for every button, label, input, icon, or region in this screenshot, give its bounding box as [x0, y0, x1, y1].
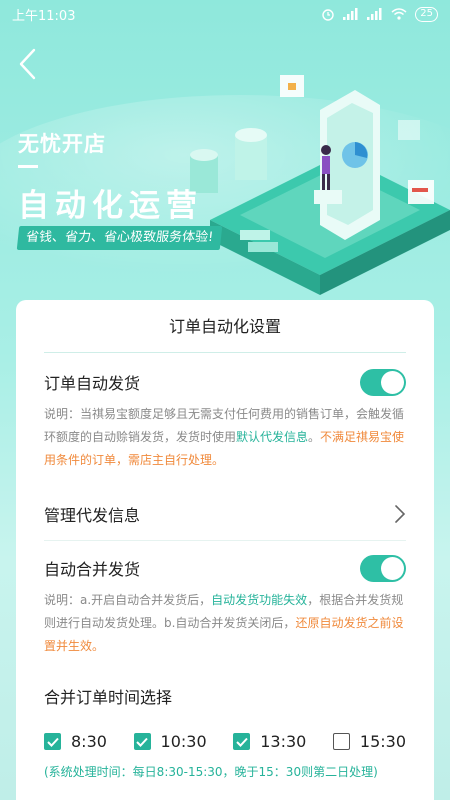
signal-icon — [367, 8, 382, 20]
hero-slogan: 省钱、省力、省心极致服务体验! — [16, 226, 223, 250]
auto-ship-label: 订单自动发货 — [44, 374, 141, 393]
auto-merge-label: 自动合并发货 — [44, 560, 141, 579]
battery-indicator: 25 — [415, 6, 438, 22]
time-option-label: 15:30 — [359, 732, 406, 751]
time-option-label: 10:30 — [160, 732, 207, 751]
time-option-1330[interactable]: 13:30 — [233, 732, 306, 751]
auto-ship-description: 说明：当祺易宝额度足够且无需支付任何费用的销售订单，会触发循环额度的自动赊销发货… — [44, 403, 406, 472]
hero-banner: 无忧开店 自动化运营 省钱、省力、省心极致服务体验! — [0, 0, 450, 310]
back-button[interactable] — [14, 44, 42, 84]
system-processing-note: (系统处理时间：每日8:30-15:30，晚于15：30则第二日处理) — [44, 765, 378, 779]
merge-time-row: 合并订单时间选择 — [44, 684, 406, 708]
time-option-label: 8:30 — [71, 732, 107, 751]
merge-time-label: 合并订单时间选择 — [44, 688, 173, 707]
back-arrow-icon — [19, 48, 36, 80]
auto-merge-desc-text: 说明：a.开启自动合并发货后， — [44, 593, 212, 607]
auto-merge-row: 自动合并发货 — [44, 553, 406, 583]
wifi-icon — [391, 8, 407, 20]
check-icon — [46, 737, 59, 747]
auto-merge-description: 说明：a.开启自动合并发货后，自动发货功能失效，根据合并发货规则进行自动发货处理… — [44, 589, 406, 658]
check-icon — [235, 737, 248, 747]
merge-time-options: 8:30 10:30 13:30 15:30 — [44, 732, 406, 751]
checkbox-checked[interactable] — [233, 733, 251, 750]
default-shipping-info-link[interactable]: 默认代发信息 — [236, 430, 308, 444]
hero-headline: 自动化运营 — [18, 188, 203, 224]
auto-merge-toggle[interactable] — [360, 554, 406, 582]
settings-card: 订单自动化设置 订单自动发货 说明：当祺易宝额度足够且无需支付任何费用的销售订单… — [16, 300, 434, 800]
manage-shipping-info-label: 管理代发信息 — [44, 506, 141, 525]
checkbox-checked[interactable] — [133, 733, 151, 750]
divider — [44, 540, 406, 541]
auto-ship-toggle[interactable] — [360, 368, 406, 396]
status-bar: 上午11:03 25 — [0, 0, 450, 28]
card-title: 订单自动化设置 — [44, 300, 406, 353]
time-option-0830[interactable]: 8:30 — [44, 732, 107, 751]
chevron-right-icon — [395, 505, 406, 523]
check-icon — [136, 737, 148, 747]
checkbox-checked[interactable] — [44, 733, 61, 750]
checkbox-unchecked[interactable] — [332, 733, 350, 750]
signal-icon — [343, 8, 358, 20]
auto-ship-desc-punct: 。 — [308, 430, 321, 444]
auto-ship-disabled-note: 自动发货功能失效 — [211, 593, 308, 607]
alarm-icon — [322, 9, 334, 21]
isometric-illustration — [190, 75, 450, 295]
time-option-1530[interactable]: 15:30 — [332, 732, 406, 751]
manage-shipping-info-row[interactable]: 管理代发信息 — [44, 494, 406, 534]
brand-name: 无忧开店 — [18, 132, 106, 156]
time-option-label: 13:30 — [260, 732, 307, 751]
status-icons: 25 — [321, 6, 438, 22]
time-option-1030[interactable]: 10:30 — [133, 732, 207, 751]
auto-ship-row: 订单自动发货 — [44, 367, 406, 397]
brand-divider — [18, 165, 38, 168]
status-time: 上午11:03 — [12, 8, 76, 24]
